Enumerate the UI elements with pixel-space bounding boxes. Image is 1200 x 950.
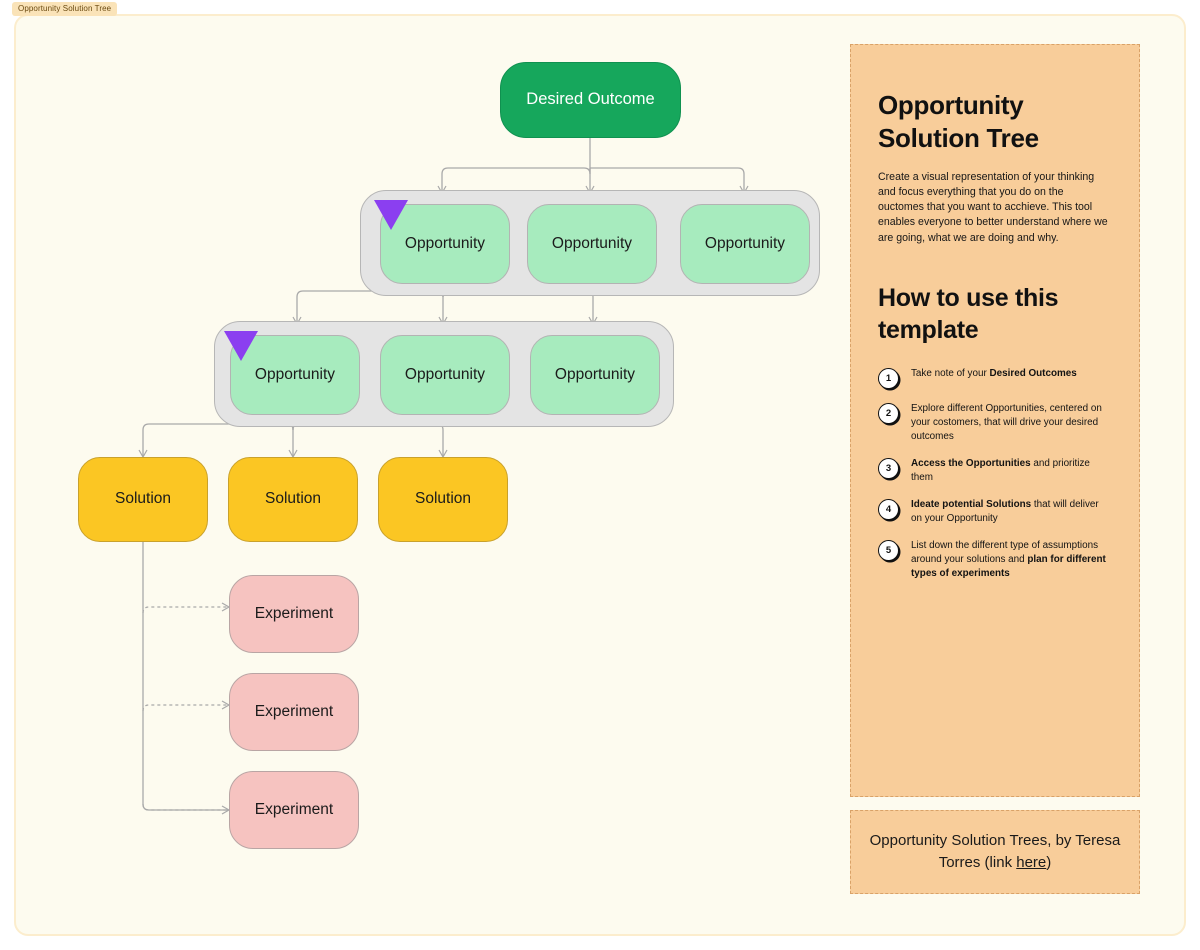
credit-link[interactable]: here [1016,854,1046,871]
list-item: 5 List down the different type of assump… [878,539,1112,581]
list-item: 2 Explore different Opportunities, cente… [878,402,1112,444]
node-label: Solution [264,490,321,508]
node-label: Opportunity [554,365,636,383]
list-item: 1 Take note of your Desired Outcomes [878,367,1112,389]
list-item: 4 Ideate potential Solutions that will d… [878,498,1112,526]
node-desired-outcome[interactable]: Desired Outcome [500,62,681,138]
node-label: Solution [114,490,171,508]
node-label: Desired Outcome [526,90,655,109]
node-label: Opportunity [551,234,633,252]
step-text: Take note of your Desired Outcomes [911,367,1077,379]
step-text: Explore different Opportunities, centere… [911,402,1102,442]
sidebar-title: Opportunity Solution Tree [878,90,1039,154]
node-label: Opportunity [404,365,486,383]
credit-text-before: Opportunity Solution Trees, by Teresa To… [869,832,1121,871]
priority-marker-icon-r2[interactable] [224,331,258,361]
node-solution-2[interactable]: Solution [228,457,358,542]
node-label: Opportunity [704,234,786,252]
node-opportunity-r1-c3[interactable]: Opportunity [680,204,810,284]
how-to-steps-list: 1 Take note of your Desired Outcomes 2 E… [878,367,1112,582]
sidebar-how-to-title: How to use this template [878,283,1059,345]
priority-marker-icon-r1[interactable] [374,200,408,230]
node-label: Experiment [254,800,334,818]
node-experiment-3[interactable]: Experiment [229,771,359,849]
credit-footer: Opportunity Solution Trees, by Teresa To… [850,810,1140,894]
node-solution-1[interactable]: Solution [78,457,208,542]
node-experiment-2[interactable]: Experiment [229,673,359,751]
step-number-badge: 5 [878,540,899,562]
info-sidebar: Opportunity Solution Tree Create a visua… [850,44,1140,797]
node-experiment-1[interactable]: Experiment [229,575,359,653]
node-label: Experiment [254,702,334,720]
frame-tab-label[interactable]: Opportunity Solution Tree [12,2,118,16]
credit-text-after: ) [1046,854,1052,871]
step-text: List down the different type of assumpti… [911,540,1106,580]
step-number-badge: 1 [878,367,899,389]
node-label: Opportunity [254,365,336,383]
screenshot-root: Opportunity Solution Tree Desired Outcom… [0,0,1200,950]
credit-text: Opportunity Solution Trees, by Teresa To… [869,830,1121,874]
node-label: Solution [414,490,471,508]
node-label: Opportunity [404,234,486,252]
node-opportunity-r1-c2[interactable]: Opportunity [527,204,657,284]
step-number-badge: 2 [878,402,899,424]
node-opportunity-r2-c2[interactable]: Opportunity [380,335,510,415]
node-opportunity-r2-c3[interactable]: Opportunity [530,335,660,415]
step-number-badge: 3 [878,457,899,479]
node-label: Experiment [254,604,334,622]
list-item: 3 Access the Opportunities and prioritiz… [878,457,1112,485]
step-text: Access the Opportunities and prioritize … [911,457,1090,484]
step-text: Ideate potential Solutions that will del… [911,499,1099,525]
sidebar-description: Create a visual representation of your t… [878,170,1108,244]
node-solution-3[interactable]: Solution [378,457,508,542]
step-number-badge: 4 [878,499,899,521]
